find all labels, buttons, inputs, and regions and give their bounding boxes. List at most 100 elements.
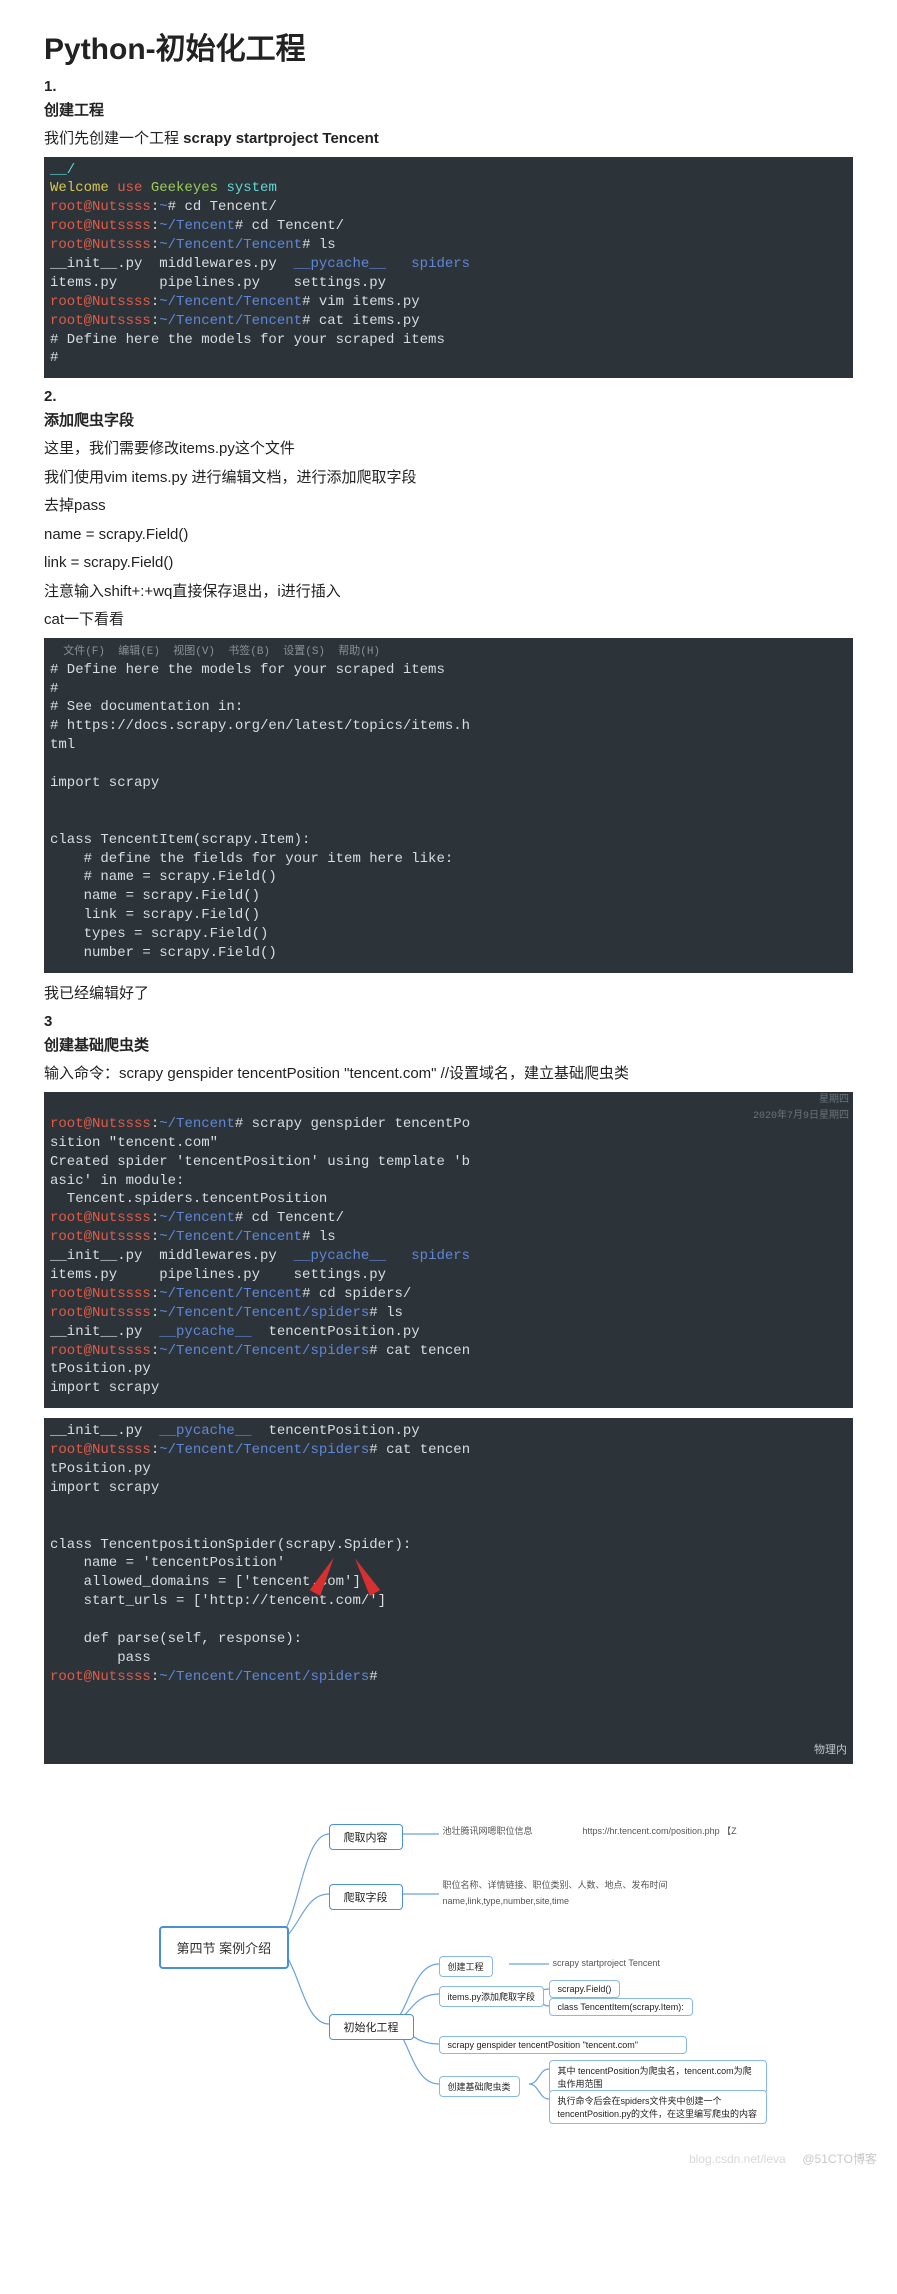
t3-l4: asic' in module: [50, 1173, 184, 1189]
t4-l1e: # cat tencen [369, 1442, 470, 1458]
t1-l0: __/ [50, 162, 75, 178]
t1-l1d: system [226, 180, 276, 196]
t4-l0c: tencentPosition.py [252, 1423, 420, 1439]
mindmap-sub-create: 创建工程 [439, 1956, 493, 1977]
t4-l12: pass [50, 1650, 151, 1666]
t1-l7e: # vim items.py [302, 294, 420, 310]
t4-l2: tPosition.py [50, 1461, 151, 1477]
t1-l3d: ~/Tencent [159, 218, 235, 234]
t2-l3: # See documentation in: [50, 699, 243, 715]
t1-l1b: use [117, 180, 151, 196]
t1-l2p: root@Nutssss [50, 199, 151, 215]
t3-l12a: __init__.py [50, 1324, 159, 1340]
t3-l15: import scrapy [50, 1380, 159, 1396]
t2-l14: link = scrapy.Field() [50, 907, 260, 923]
t2-l5: tml [50, 737, 75, 753]
section2-p4: name = scrapy.Field() [44, 524, 853, 547]
t4-l11: def parse(self, response): [50, 1631, 302, 1647]
t3-l9: items.py pipelines.py settings.py [50, 1267, 386, 1283]
section2-p2: 我们使用vim items.py 进行编辑文档，进行添加爬取字段 [44, 467, 853, 490]
t1-l7c: : [151, 294, 159, 310]
t1-l8d: ~/Tencent/Tencent [159, 313, 302, 329]
section3-p1: 输入命令：scrapy genspider tencentPosition "t… [44, 1063, 853, 1086]
t1-l2c: : [151, 199, 159, 215]
mindmap-leaf: class TencentItem(scrapy.Item): [549, 1998, 693, 2016]
section1-number: 1. [44, 78, 853, 95]
mindmap-branch-init: 初始化工程 [329, 2014, 414, 2040]
t4-l1p: root@Nutssss [50, 1442, 151, 1458]
t2-l2: # [50, 681, 58, 697]
mindmap-leaf: 执行命令后会在spiders文件夹中创建一个tencentPosition.py… [549, 2090, 767, 2124]
mindmap-branch-content: 爬取内容 [329, 1824, 403, 1850]
section2-p7: cat一下看看 [44, 609, 853, 632]
t1-l3c: : [151, 218, 159, 234]
mindmap-sub-items: items.py添加爬取字段 [439, 1986, 545, 2007]
mindmap-leaf: name,link,type,number,site,time [439, 1894, 574, 1908]
t1-l2d: ~ [159, 199, 167, 215]
section1-intro-cmd: scrapy startproject Tencent [183, 130, 379, 147]
terminal-block-4: __init__.py __pycache__ tencentPosition.… [44, 1418, 853, 1764]
t3-l8b: __pycache__ [294, 1248, 386, 1264]
t3-l2: sition "tencent.com" [50, 1135, 218, 1151]
section1-heading: 创建工程 [44, 99, 853, 120]
mindmap-branch-fields: 爬取字段 [329, 1884, 403, 1910]
t2-l7: import scrapy [50, 775, 159, 791]
t4-l13p: root@Nutssss [50, 1669, 151, 1685]
t2-menubar: 文件(F) 编辑(E) 视图(V) 书签(B) 设置(S) 帮助(H) [50, 646, 380, 658]
t3-l5: Tencent.spiders.tencentPosition [50, 1191, 327, 1207]
t4-l0a: __init__.py [50, 1423, 159, 1439]
t3-l7e: # ls [302, 1229, 336, 1245]
t1-l8p: root@Nutssss [50, 313, 151, 329]
t3-l8c: spiders [386, 1248, 470, 1264]
t3-l11d: ~/Tencent/Tencent/spiders [159, 1305, 369, 1321]
t1-l3e: # cd Tencent/ [235, 218, 344, 234]
section2-p5: link = scrapy.Field() [44, 552, 853, 575]
t3-l14: tPosition.py [50, 1361, 151, 1377]
watermark-csdn: blog.csdn.net/leva [689, 2152, 786, 2166]
t3-l13p: root@Nutssss [50, 1343, 151, 1359]
terminal-block-2: 文件(F) 编辑(E) 视图(V) 书签(B) 设置(S) 帮助(H) # De… [44, 638, 853, 973]
mindmap-sub-spiderclass: 创建基础爬虫类 [439, 2076, 520, 2097]
t1-l8c: : [151, 313, 159, 329]
t2-l1: # Define here the models for your scrape… [50, 662, 445, 678]
t1-l5pc: __pycache__ [294, 256, 386, 272]
section2-p6: 注意输入shift+:+wq直接保存退出，i进行插入 [44, 581, 853, 604]
t1-l3p: root@Nutssss [50, 218, 151, 234]
section3-number: 3 [44, 1013, 853, 1030]
t1-l5sp: spiders [386, 256, 470, 272]
t4-l9: start_urls = ['http://tencent.com/'] [50, 1593, 386, 1609]
terminal-block-1: __/ Welcome use Geekeyes system root@Nut… [44, 157, 853, 379]
t4-l13e: # [369, 1669, 377, 1685]
mindmap: 第四节 案例介绍 爬取内容 池壮腾讯网嗯职位信息 https://hr.tenc… [129, 1794, 769, 2124]
mindmap-sub-genspider: scrapy genspider tencentPosition "tencen… [439, 2036, 687, 2054]
section2-number: 2. [44, 388, 853, 405]
t4-l13d: ~/Tencent/Tencent/spiders [159, 1669, 369, 1685]
t4-l0b: __pycache__ [159, 1423, 251, 1439]
t3-l1p: root@Nutssss [50, 1116, 151, 1132]
t4-l6: class TencentpositionSpider(scrapy.Spide… [50, 1537, 411, 1553]
t2-l12: # name = scrapy.Field() [50, 869, 277, 885]
section2-heading: 添加爬虫字段 [44, 409, 853, 430]
section2-after: 我已经编辑好了 [44, 983, 853, 1006]
t1-l8e: # cat items.py [302, 313, 420, 329]
mindmap-leaf: 职位名称、详情链接、职位类别、人数、地点、发布时间 [439, 1876, 672, 1893]
t1-l4p: root@Nutssss [50, 237, 151, 253]
t3-l13d: ~/Tencent/Tencent/spiders [159, 1343, 369, 1359]
t1-l6: items.py pipelines.py settings.py [50, 275, 386, 291]
t1-l1a: Welcome [50, 180, 117, 196]
t3-l12b: __pycache__ [159, 1324, 251, 1340]
t3-l10e: # cd spiders/ [302, 1286, 411, 1302]
section1-intro-text: 我们先创建一个工程 [44, 130, 183, 147]
section2-p3: 去掉pass [44, 495, 853, 518]
t3-l13e: # cat tencen [369, 1343, 470, 1359]
t3-l6p: root@Nutssss [50, 1210, 151, 1226]
mindmap-leaf: scrapy.Field() [549, 1980, 621, 1998]
t3-l11p: root@Nutssss [50, 1305, 151, 1321]
mindmap-leaf: 池壮腾讯网嗯职位信息 [439, 1822, 537, 1839]
t3-l6e: # cd Tencent/ [235, 1210, 344, 1226]
t1-l2e: # cd Tencent/ [168, 199, 277, 215]
t4-l7: name = 'tencentPosition' [50, 1555, 285, 1571]
mindmap-leaf: scrapy startproject Tencent [549, 1956, 664, 1970]
t3-day: 星期四 [819, 1094, 849, 1108]
t3-l7d: ~/Tencent/Tencent [159, 1229, 302, 1245]
